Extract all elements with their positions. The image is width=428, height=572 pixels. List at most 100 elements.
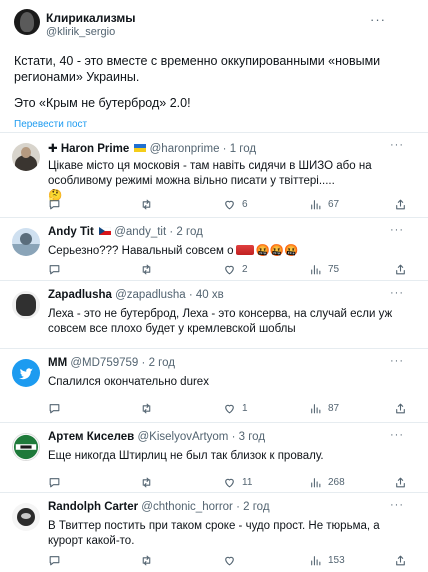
views-icon bbox=[311, 403, 321, 413]
translate-post-link[interactable]: Перевести пост bbox=[14, 119, 87, 130]
retweet-icon bbox=[142, 199, 151, 209]
reply-tweet[interactable]: Zapadlusha @zapadlusha · 40 хв ··· Леха … bbox=[0, 280, 428, 348]
retweet-button[interactable] bbox=[140, 197, 159, 211]
views-button[interactable]: 87 bbox=[309, 401, 339, 415]
retweet-button[interactable] bbox=[140, 475, 159, 489]
reply-header: Артем Киселев @KiselyovArtyom · 3 год bbox=[48, 431, 266, 443]
avatar[interactable] bbox=[12, 143, 40, 171]
like-button[interactable] bbox=[223, 553, 242, 567]
share-icon bbox=[396, 555, 405, 565]
author-handle[interactable]: @MD759759 bbox=[70, 357, 138, 369]
share-icon bbox=[396, 199, 405, 209]
timestamp[interactable]: 2 год bbox=[176, 226, 202, 238]
heart-icon bbox=[225, 478, 234, 487]
avatar[interactable] bbox=[12, 291, 40, 319]
reply-button[interactable] bbox=[48, 262, 67, 276]
timestamp[interactable]: 40 хв bbox=[196, 289, 224, 301]
reply-button[interactable] bbox=[48, 197, 67, 211]
author-name[interactable]: Zapadlusha bbox=[48, 289, 112, 301]
bird-icon bbox=[19, 368, 33, 380]
emoji: 🤬🤬🤬 bbox=[255, 245, 299, 257]
author-name[interactable]: Randolph Carter bbox=[48, 501, 138, 513]
reply-button[interactable] bbox=[48, 401, 67, 415]
reply-text-content: Цікаве місто ця московія - там навіть си… bbox=[48, 160, 372, 187]
author-handle[interactable]: @zapadlusha bbox=[115, 289, 186, 301]
action-bar: 2 75 bbox=[48, 262, 414, 276]
author-name[interactable]: Клирикализмы bbox=[46, 11, 136, 25]
reply-header: ✚ Haron Prime @haronprime · 1 год bbox=[48, 143, 257, 155]
more-icon[interactable]: ··· bbox=[390, 224, 404, 236]
party-logo-icon bbox=[13, 434, 39, 460]
heart-icon bbox=[225, 265, 234, 274]
share-icon bbox=[396, 477, 405, 487]
views-button[interactable]: 67 bbox=[309, 197, 339, 211]
reply-icon bbox=[49, 264, 60, 274]
reply-tweet[interactable]: Randolph Carter @chthonic_horror · 2 год… bbox=[0, 492, 428, 572]
retweet-button[interactable] bbox=[140, 401, 159, 415]
reply-tweet[interactable]: MM @MD759759 · 2 год ··· Спалился оконча… bbox=[0, 348, 428, 422]
more-icon[interactable]: ··· bbox=[390, 499, 404, 511]
heart-icon bbox=[225, 404, 234, 413]
reply-icon bbox=[49, 403, 60, 413]
tweet-text: Кстати, 40 - это вместе с временно оккуп… bbox=[14, 53, 414, 111]
avatar[interactable] bbox=[12, 228, 40, 256]
author-name[interactable]: Артем Киселев bbox=[48, 431, 134, 443]
author-handle[interactable]: @klirik_sergio bbox=[46, 26, 115, 38]
share-button[interactable] bbox=[394, 401, 407, 415]
author-name[interactable]: Andy Tit bbox=[48, 226, 94, 238]
timestamp[interactable]: 1 год bbox=[230, 143, 256, 155]
avatar[interactable] bbox=[12, 359, 40, 387]
author-handle[interactable]: @KiselyovArtyom bbox=[137, 431, 228, 443]
retweet-button[interactable] bbox=[140, 262, 159, 276]
reply-tweet[interactable]: ✚ Haron Prime @haronprime · 1 год ··· Ці… bbox=[0, 132, 428, 217]
share-icon bbox=[396, 264, 405, 274]
author-handle[interactable]: @andy_tit bbox=[114, 226, 166, 238]
reply-text: Спалился окончательно durex bbox=[48, 376, 209, 388]
more-icon[interactable]: ··· bbox=[370, 12, 386, 27]
redacted-mark bbox=[235, 245, 254, 255]
retweet-icon bbox=[142, 403, 151, 413]
share-icon bbox=[396, 403, 405, 413]
avatar[interactable] bbox=[12, 433, 40, 461]
views-button[interactable]: 268 bbox=[309, 475, 345, 489]
action-bar: 11 268 bbox=[48, 475, 414, 489]
reply-text-content: Серьезно??? Навальный совсем о bbox=[48, 245, 234, 257]
share-button[interactable] bbox=[394, 262, 407, 276]
share-button[interactable] bbox=[394, 553, 407, 567]
like-button[interactable]: 6 bbox=[223, 197, 248, 211]
reply-text: В Твиттер постить при таком сроке - чудо… bbox=[48, 520, 380, 547]
views-button[interactable]: 75 bbox=[309, 262, 339, 276]
timestamp[interactable]: 2 год bbox=[243, 501, 269, 513]
avatar[interactable] bbox=[12, 503, 40, 531]
more-icon[interactable]: ··· bbox=[390, 429, 404, 441]
heart-icon bbox=[225, 556, 234, 565]
author-name[interactable]: ✚ Haron Prime bbox=[48, 143, 129, 155]
views-button[interactable]: 153 bbox=[309, 553, 345, 567]
view-count: 67 bbox=[328, 198, 340, 210]
view-count: 87 bbox=[328, 402, 340, 414]
more-icon[interactable]: ··· bbox=[390, 355, 404, 367]
share-button[interactable] bbox=[394, 475, 407, 489]
author-name[interactable]: MM bbox=[48, 357, 67, 369]
like-button[interactable]: 1 bbox=[223, 401, 248, 415]
reply-tweet[interactable]: Артем Киселев @KiselyovArtyom · 3 год ··… bbox=[0, 422, 428, 492]
timestamp[interactable]: 3 год bbox=[239, 431, 265, 443]
czech-flag-icon bbox=[99, 227, 111, 235]
avatar[interactable] bbox=[14, 9, 40, 35]
like-button[interactable]: 11 bbox=[223, 475, 252, 489]
main-tweet: Клирикализмы @klirik_sergio ··· Кстати, … bbox=[0, 0, 428, 132]
more-icon[interactable]: ··· bbox=[390, 139, 404, 151]
reply-button[interactable] bbox=[48, 475, 67, 489]
like-count: 6 bbox=[242, 198, 248, 210]
retweet-button[interactable] bbox=[140, 553, 159, 567]
reply-tweet[interactable]: Andy Tit @andy_tit · 2 год ··· Серьезно?… bbox=[0, 217, 428, 280]
share-button[interactable] bbox=[394, 197, 407, 211]
timestamp[interactable]: 2 год bbox=[149, 357, 175, 369]
author-handle[interactable]: @haronprime bbox=[150, 143, 220, 155]
reply-header: Andy Tit @andy_tit · 2 год bbox=[48, 226, 203, 238]
reply-button[interactable] bbox=[48, 553, 67, 567]
author-handle[interactable]: @chthonic_horror bbox=[141, 501, 233, 513]
more-icon[interactable]: ··· bbox=[390, 287, 404, 299]
action-bar: 6 67 bbox=[48, 197, 414, 211]
like-button[interactable]: 2 bbox=[223, 262, 248, 276]
